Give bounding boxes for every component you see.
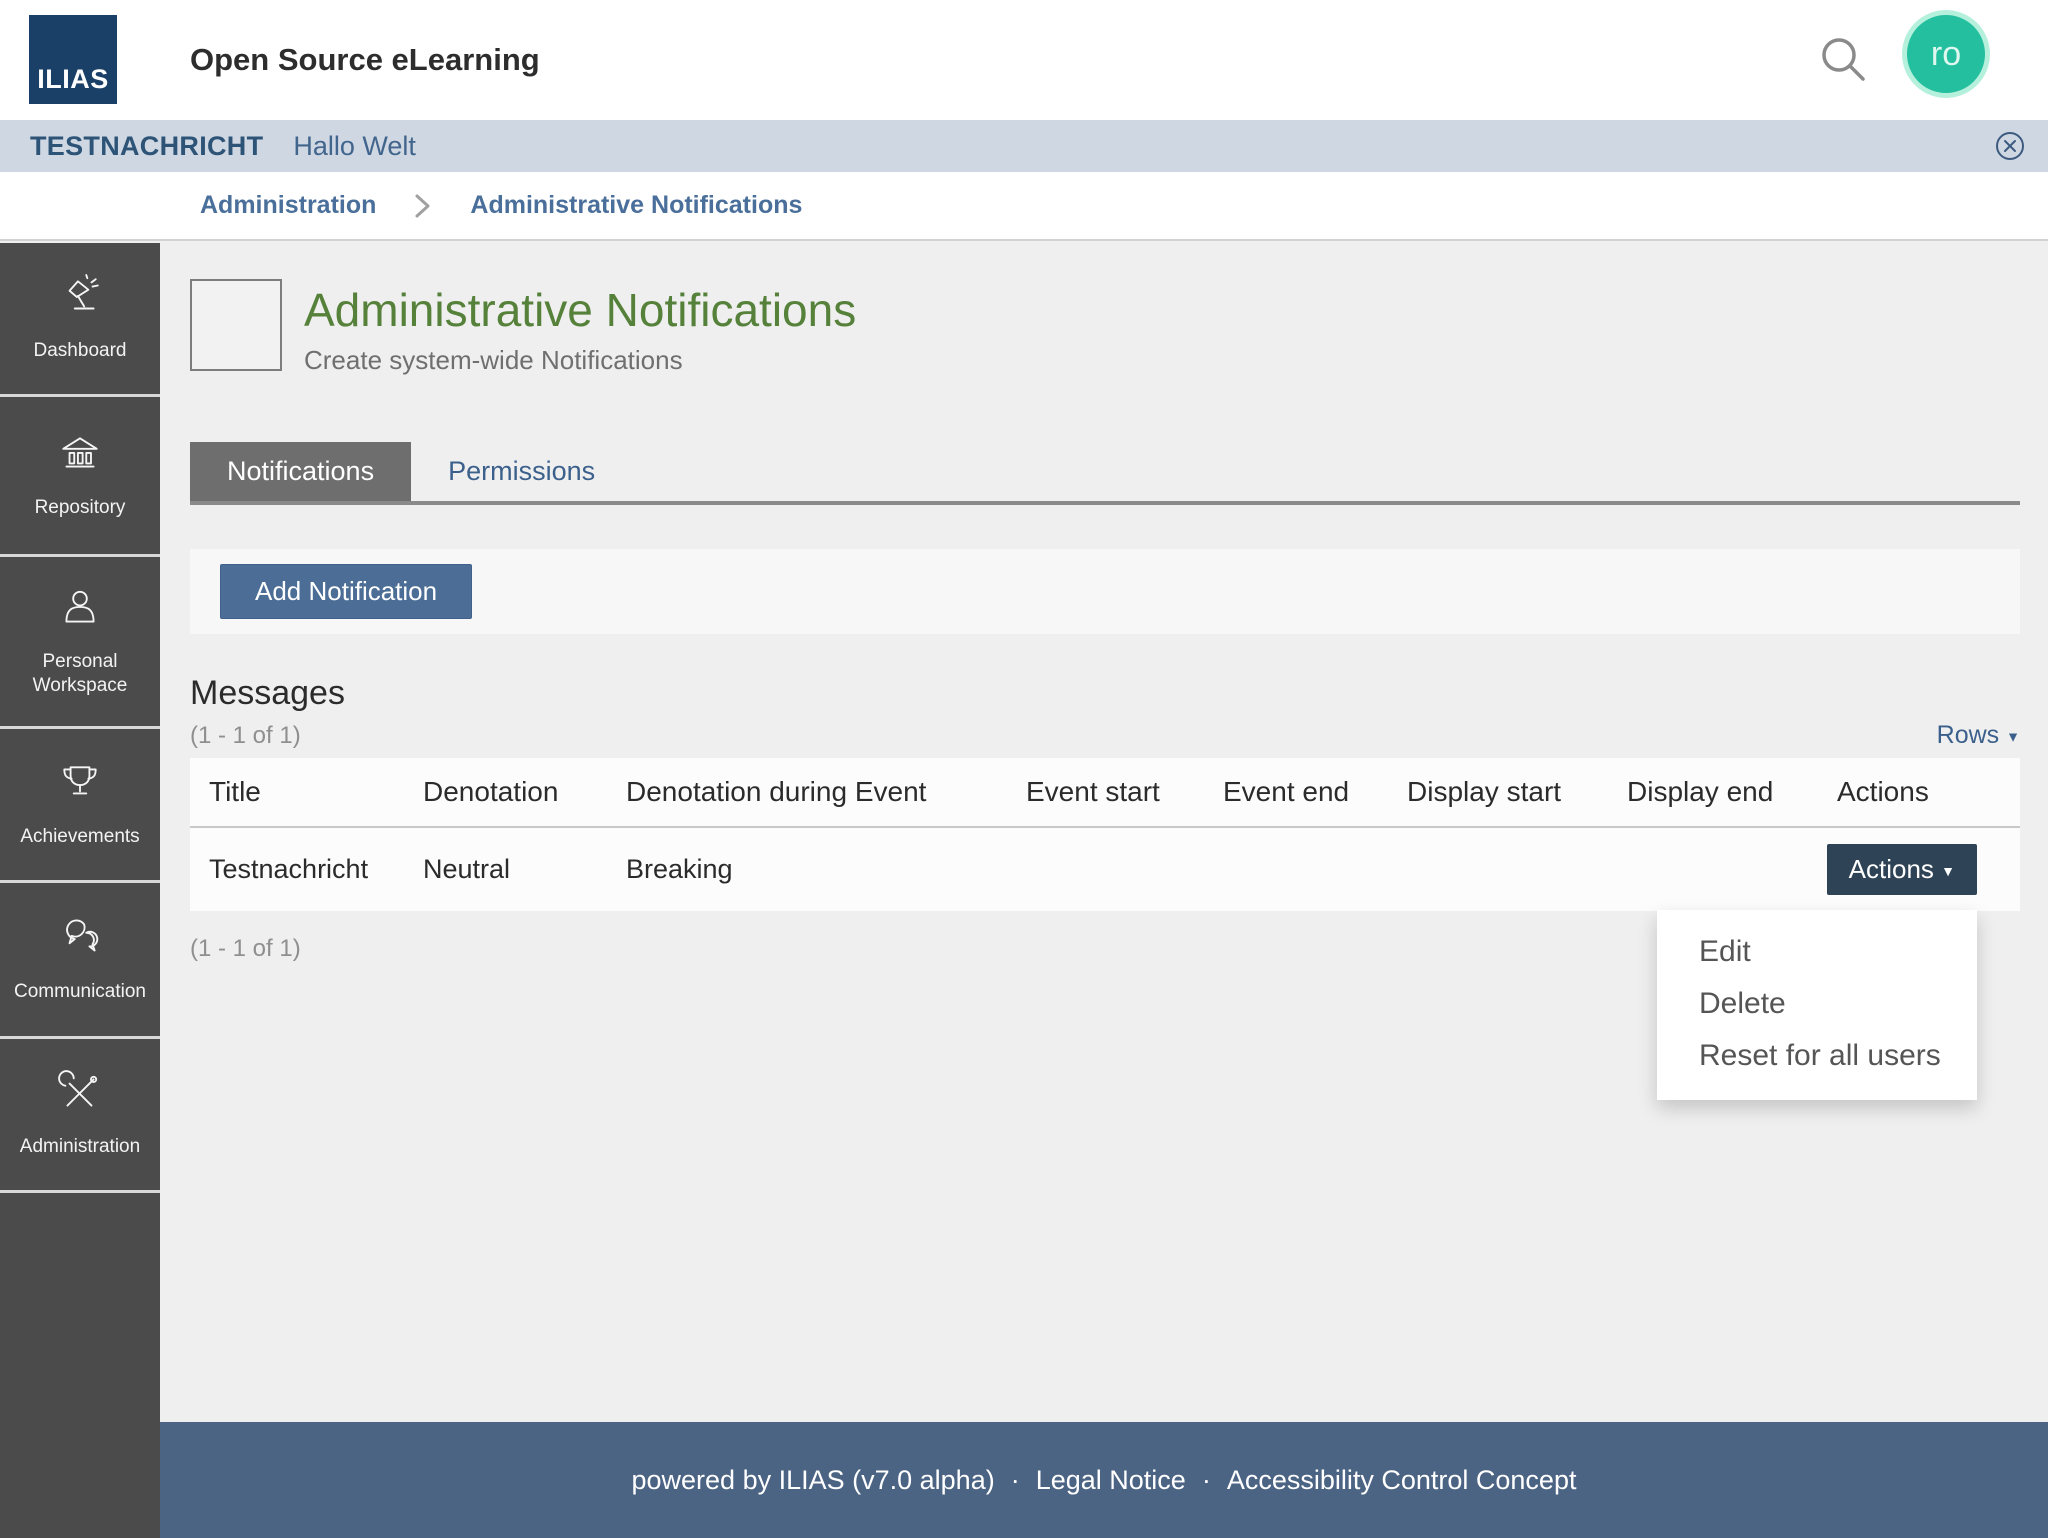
chevron-down-icon: ▼: [2006, 728, 2020, 745]
cell-event-start: [1007, 828, 1204, 911]
chevron-down-icon: ▼: [1941, 863, 1955, 880]
sidebar-item-personal-workspace[interactable]: Personal Workspace: [0, 557, 160, 729]
sidebar-item-label: Dashboard: [33, 340, 127, 361]
main-sidebar: Dashboard Repository Personal Workspace …: [0, 243, 160, 1538]
banner-message: Hallo Welt: [293, 130, 416, 161]
add-notification-button[interactable]: Add Notification: [220, 564, 473, 619]
sidebar-item-repository[interactable]: Repository: [0, 397, 160, 557]
app-title: Open Source eLearning: [190, 42, 540, 77]
cell-denotation-during-event: Breaking: [626, 854, 733, 884]
bank-building-icon: [57, 431, 103, 484]
cell-actions: Actions ▼: [1818, 828, 2020, 911]
column-header-title: Title: [209, 776, 261, 807]
powered-by-text: powered by ILIAS (v7.0 alpha): [631, 1464, 995, 1495]
menu-item-delete[interactable]: Delete: [1657, 978, 1977, 1030]
top-header: ILIAS Open Source eLearning ro: [0, 0, 2048, 120]
page: ILIAS Open Source eLearning ro TESTNACHR…: [0, 0, 2048, 1538]
breadcrumb-administration[interactable]: Administration: [200, 191, 376, 220]
breadcrumb: Administration Administrative Notificati…: [0, 172, 2048, 241]
page-title: Administrative Notifications: [304, 284, 857, 336]
column-header-display-end: Display end: [1627, 776, 1774, 807]
tab-permissions[interactable]: Permissions: [411, 442, 632, 501]
cell-title: Testnachricht: [209, 854, 369, 884]
main-content: Administrative Notifications Create syst…: [160, 243, 2048, 1422]
avatar[interactable]: ro: [1902, 10, 1990, 98]
page-footer: powered by ILIAS (v7.0 alpha) · Legal No…: [160, 1422, 2048, 1538]
rows-dropdown[interactable]: Rows ▼: [1937, 721, 2020, 750]
person-icon: [57, 585, 103, 638]
tools-icon: [57, 1070, 103, 1123]
cell-display-start: [1388, 828, 1608, 911]
accessibility-control-concept-link[interactable]: Accessibility Control Concept: [1227, 1465, 1577, 1496]
row-actions-button-label: Actions: [1848, 854, 1934, 884]
sidebar-item-communication[interactable]: Communication: [0, 883, 160, 1039]
sidebar-item-label: Personal Workspace: [32, 651, 128, 696]
legal-notice-link[interactable]: Legal Notice: [1036, 1465, 1186, 1496]
page-title-section: Administrative Notifications Create syst…: [190, 279, 2020, 376]
page-subtitle: Create system-wide Notifications: [304, 345, 683, 375]
trophy-icon: [57, 760, 103, 813]
sidebar-item-label: Communication: [14, 981, 146, 1002]
column-header-display-start: Display start: [1407, 776, 1562, 807]
tab-notifications[interactable]: Notifications: [190, 442, 412, 501]
rows-dropdown-label: Rows: [1936, 721, 2000, 749]
tab-bar: Notifications Permissions: [190, 442, 2020, 505]
column-header-denotation: Denotation: [423, 776, 559, 807]
ilias-logo[interactable]: ILIAS: [29, 15, 117, 104]
cell-event-end: [1204, 828, 1388, 911]
messages-table: Title Denotation Denotation during Event…: [190, 758, 2020, 911]
sidebar-item-label-text: Repository: [34, 497, 126, 518]
table-header-row: Title Denotation Denotation during Event…: [190, 758, 2020, 828]
notification-banner: TESTNACHRICHT Hallo Welt: [0, 120, 2048, 172]
messages-heading: Messages: [190, 674, 345, 712]
breadcrumb-administrative-notifications[interactable]: Administrative Notifications: [470, 191, 802, 220]
ilias-logo-text: ILIAS: [37, 64, 109, 94]
footer-separator: ·: [1201, 1464, 1211, 1495]
object-icon-placeholder: [190, 279, 282, 371]
sidebar-item-label: Administration: [19, 1136, 141, 1157]
menu-item-reset-for-all-users[interactable]: Reset for all users: [1657, 1030, 1977, 1082]
menu-item-edit[interactable]: Edit: [1657, 926, 1977, 978]
actions-dropdown-menu: Edit Delete Reset for all users: [1657, 910, 1977, 1100]
sidebar-item-label: Achievements: [20, 826, 140, 847]
speech-bubbles-icon: [57, 915, 103, 968]
search-icon[interactable]: [1818, 34, 1870, 86]
desk-lamp-icon: [57, 274, 103, 327]
footer-separator: ·: [1010, 1464, 1020, 1495]
column-header-denotation-during-event: Denotation during Event: [626, 776, 927, 807]
messages-table-wrap: Title Denotation Denotation during Event…: [190, 758, 2020, 1100]
banner-title: TESTNACHRICHT: [30, 130, 264, 161]
range-label-top: (1 - 1 of 1): [190, 721, 301, 749]
sidebar-item-dashboard[interactable]: Dashboard: [0, 243, 160, 397]
sidebar-item-administration[interactable]: Administration: [0, 1039, 160, 1193]
cell-denotation: Neutral: [423, 854, 511, 884]
cell-display-end: [1608, 828, 1818, 911]
close-icon[interactable]: [1994, 130, 2026, 162]
row-actions-button[interactable]: Actions ▼: [1826, 844, 1977, 895]
column-header-event-end: Event end: [1223, 776, 1350, 807]
sidebar-item-achievements[interactable]: Achievements: [0, 729, 160, 883]
toolbar: Add Notification: [190, 549, 2020, 634]
chevron-right-icon: [414, 192, 432, 220]
column-header-actions: Actions: [1837, 776, 1929, 807]
table-row: Testnachricht Neutral Breaking Actions ▼: [190, 828, 2020, 911]
avatar-initials: ro: [1930, 34, 1962, 73]
column-header-event-start: Event start: [1026, 776, 1160, 807]
